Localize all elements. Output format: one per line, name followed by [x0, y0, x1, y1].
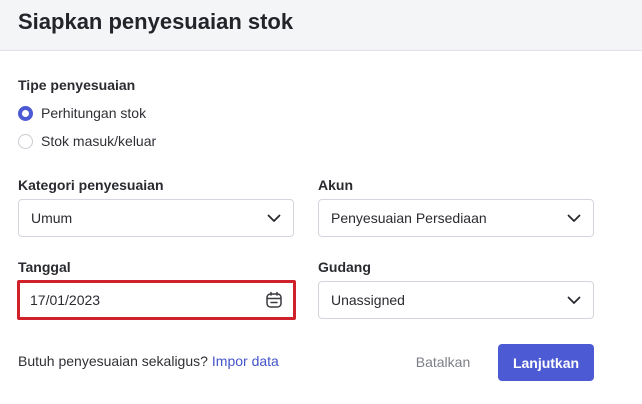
date-label: Tanggal [18, 259, 71, 275]
radio-checked-icon[interactable] [18, 105, 33, 121]
chevron-down-icon [567, 214, 581, 222]
cancel-button[interactable]: Batalkan [404, 344, 482, 380]
category-label: Kategori penyesuaian [18, 177, 164, 193]
bulk-import-text: Butuh penyesuaian sekaligus? [18, 353, 208, 369]
category-select[interactable]: Umum [18, 199, 294, 237]
category-select-value: Umum [31, 210, 73, 226]
date-input[interactable]: 17/01/2023 [17, 280, 296, 320]
warehouse-select[interactable]: Unassigned [318, 281, 594, 319]
import-data-link[interactable]: Impor data [212, 353, 279, 369]
dialog-header: Siapkan penyesuaian stok [0, 0, 642, 51]
radio-stock-count-label: Perhitungan stok [41, 105, 147, 121]
radio-unchecked-icon[interactable] [18, 133, 33, 149]
warehouse-select-value: Unassigned [331, 292, 405, 308]
account-label: Akun [318, 177, 353, 193]
account-select-value: Penyesuaian Persediaan [331, 210, 487, 226]
radio-stock-count[interactable]: Perhitungan stok [18, 103, 146, 123]
account-select[interactable]: Penyesuaian Persediaan [318, 199, 594, 237]
calendar-icon[interactable] [265, 291, 283, 309]
radio-stock-in-out-label: Stok masuk/keluar [41, 133, 157, 149]
adjustment-type-label: Tipe penyesuaian [18, 77, 136, 93]
bulk-import-prompt: Butuh penyesuaian sekaligus? Impor data [18, 353, 279, 369]
chevron-down-icon [267, 214, 281, 222]
chevron-down-icon [567, 296, 581, 304]
date-input-value: 17/01/2023 [30, 292, 101, 308]
radio-stock-in-out[interactable]: Stok masuk/keluar [18, 131, 156, 151]
dialog-title: Siapkan penyesuaian stok [18, 9, 294, 34]
warehouse-label: Gudang [318, 259, 371, 275]
continue-button[interactable]: Lanjutkan [498, 344, 594, 381]
